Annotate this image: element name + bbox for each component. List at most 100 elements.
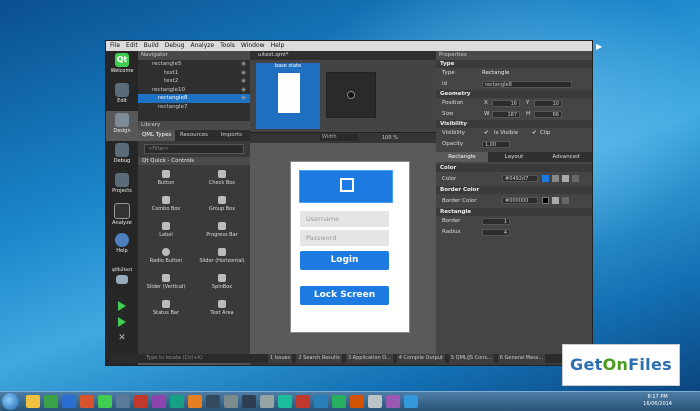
eyedropper-icon[interactable] [562,197,569,204]
app-icon[interactable] [224,395,238,408]
section-border-color[interactable]: Border Color [436,186,592,194]
menu-file[interactable]: File [110,41,120,51]
section-geometry[interactable]: Geometry [436,90,592,98]
state-base[interactable]: base state [256,63,320,129]
app-icon[interactable] [350,395,364,408]
app-icon[interactable] [134,395,148,408]
library-filter-input[interactable]: <Filter> [144,144,244,154]
section-rectangle[interactable]: Rectangle [436,208,592,216]
start-button[interactable] [2,393,19,410]
run-icon[interactable] [118,301,126,311]
menu-tools[interactable]: Tools [220,41,235,51]
tab-resources[interactable]: Resources [175,130,212,141]
library-item-slider-horizontal[interactable]: Slider (Horizontal) [194,245,250,269]
menu-window[interactable]: Window [241,41,265,51]
username-field[interactable]: Username [300,211,389,227]
qt-creator-taskbar-icon[interactable] [98,395,112,408]
mode-projects[interactable]: Projects [106,171,138,201]
library-item-radio-button[interactable]: Radio Button [138,245,194,269]
library-item-status-bar[interactable]: Status Bar [138,297,194,321]
library-item-spinbox[interactable]: SpinBox [194,271,250,295]
tab-imports[interactable]: Imports [213,130,250,141]
border-color-swatch[interactable] [542,197,549,204]
menu-debug[interactable]: Debug [165,41,185,51]
color-input[interactable]: #0492d7 [502,175,538,182]
tree-item-rectangle7[interactable]: rectangle7 [138,103,250,112]
selected-rectangle8[interactable] [299,170,393,203]
library-item-text-area[interactable]: Text Area [194,297,250,321]
section-type[interactable]: Type [436,60,592,68]
border-spinbox[interactable]: 1 [482,218,510,225]
menu-help[interactable]: Help [271,41,285,51]
app-icon[interactable] [368,395,382,408]
border-color-input[interactable]: #000000 [502,197,538,204]
library-item-label[interactable]: Label [138,219,194,243]
library-item-group-box[interactable]: Group Box [194,193,250,217]
output-tab-general-messages[interactable]: 6 General Mess... [497,354,546,363]
visibility-eye-icon[interactable]: ◉ [241,77,246,86]
menu-analyze[interactable]: Analyze [190,41,214,51]
library-item-check-box[interactable]: Check Box [194,167,250,191]
height-spinbox[interactable]: 66 [534,111,562,118]
section-visibility[interactable]: Visibility [436,120,592,128]
app-icon[interactable] [386,395,400,408]
debug-run-icon[interactable] [118,317,126,327]
app-icon[interactable] [278,395,292,408]
app-icon[interactable] [170,395,184,408]
section-color[interactable]: Color [436,164,592,172]
opacity-spinbox[interactable]: 1,00 [482,141,510,148]
output-tab-application-output[interactable]: 3 Application O... [345,354,393,363]
clip-checkbox-icon[interactable]: ✔ [532,128,537,139]
app-icon[interactable] [296,395,310,408]
document-tab[interactable]: uitest.qml* [250,51,436,60]
tree-item-text2[interactable]: text2 ◉ [138,77,250,86]
password-field[interactable]: Password [300,230,389,246]
mode-edit[interactable]: Edit [106,81,138,111]
tab-advanced[interactable]: Advanced [540,152,592,162]
app-icon[interactable] [206,395,220,408]
tree-item-rectangle8[interactable]: rectangle8 ◉ [138,94,250,103]
build-hammer-icon[interactable]: ✕ [117,333,127,343]
output-tab-qml-console[interactable]: 5 QML/JS Cons... [448,354,494,363]
eyedropper-icon[interactable] [572,175,579,182]
output-tab-compile-output[interactable]: 4 Compile Output [396,354,445,363]
y-spinbox[interactable]: 10 [534,100,562,107]
mode-design[interactable]: Design [106,111,138,141]
tab-rectangle[interactable]: Rectangle [436,152,488,162]
app-icon[interactable] [116,395,130,408]
lock-screen-button[interactable]: Lock Screen [300,286,389,305]
library-item-button[interactable]: Button [138,167,194,191]
app-icon[interactable] [332,395,346,408]
tab-layout[interactable]: Layout [488,152,540,162]
menu-edit[interactable]: Edit [126,41,138,51]
locator-input[interactable]: Type to locate (Ctrl+K) [144,354,234,363]
tree-item-rectangle5[interactable]: rectangle5 ◉ [138,60,250,69]
width-field[interactable]: Width [320,134,358,141]
mode-welcome[interactable]: Qt Welcome [106,51,138,81]
tree-item-rectangle10[interactable]: rectangle10 ◉ [138,86,250,95]
visibility-eye-icon[interactable]: ◉ [241,86,246,95]
output-tab-issues[interactable]: 1 Issues [268,354,293,363]
visibility-eye-icon[interactable]: ◉ [241,60,246,69]
app-icon[interactable] [188,395,202,408]
mode-analyze[interactable]: Analyze [106,201,138,231]
app-icon[interactable] [62,395,76,408]
zoom-combo[interactable]: 100 % [382,134,398,142]
gradient-icon[interactable] [552,175,559,182]
mode-debug[interactable]: Debug [106,141,138,171]
transparent-icon[interactable] [552,197,559,204]
login-button[interactable]: Login [300,251,389,270]
app-icon[interactable] [80,395,94,408]
app-icon[interactable] [152,395,166,408]
menu-build[interactable]: Build [144,41,159,51]
category-qt-quick-controls[interactable]: Qt Quick - Controls [138,157,250,165]
app-icon[interactable] [314,395,328,408]
app-icon[interactable] [242,395,256,408]
app-icon[interactable] [404,395,418,408]
tree-item-text1[interactable]: text1 ◉ [138,69,250,78]
system-clock[interactable]: 8:17 PM 16/06/2014 [643,394,672,408]
output-tab-search-results[interactable]: 2 Search Results [296,354,342,363]
is-visible-checkbox-icon[interactable]: ✔ [484,128,489,139]
library-item-combo-box[interactable]: Combo Box [138,193,194,217]
x-spinbox[interactable]: 16 [492,100,520,107]
